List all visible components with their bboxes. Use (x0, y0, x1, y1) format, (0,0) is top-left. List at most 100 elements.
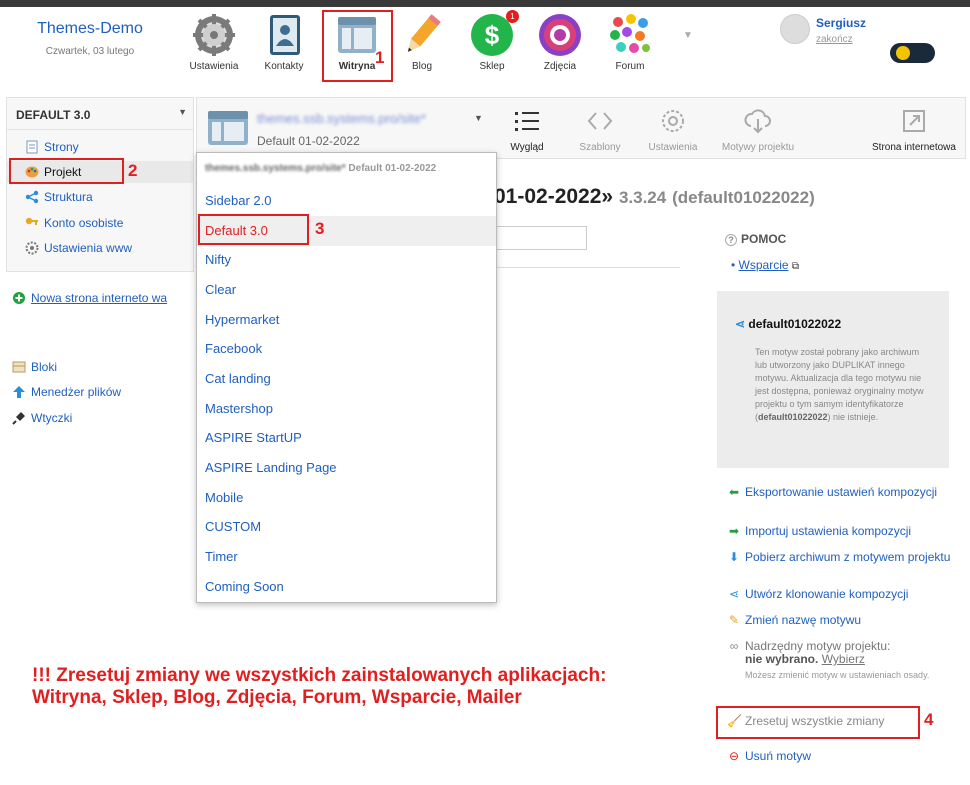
new-site-link[interactable]: Nowa strona interneto wa (12, 291, 182, 305)
info-desc-id: default01022022 (758, 412, 828, 422)
parent-choose-link[interactable]: Wybierz (822, 652, 865, 666)
app-ustawienia[interactable]: Ustawienia (180, 10, 248, 80)
minus-circle-icon: ⊖ (728, 749, 740, 763)
import-settings-link[interactable]: ➡ Importuj ustawienia kompozycji (727, 525, 959, 538)
logout-link[interactable]: zakończ (816, 34, 853, 45)
toolbar-button-strona-internetowa[interactable]: Strona internetowa (862, 108, 966, 153)
dropdown-item[interactable]: Sidebar 2.0 (197, 186, 496, 216)
pencil-icon: ✎ (728, 613, 740, 627)
blocks-icon (12, 360, 26, 374)
dropdown-item[interactable]: Mobile (197, 483, 496, 513)
app-label: Zdjęcia (543, 61, 577, 72)
sidebar-link-wtyczki[interactable]: Wtyczki (12, 411, 72, 425)
delete-theme-link[interactable]: ⊖ Usuń motyw (727, 750, 959, 763)
help-title: POMOC (741, 232, 787, 246)
app-forum[interactable]: Forum (596, 10, 664, 80)
plus-icon (12, 291, 26, 305)
annotation-number-4: 4 (924, 710, 934, 729)
current-date: Czwartek, 03 lutego (45, 46, 135, 57)
share-icon: ⋖ (728, 587, 740, 601)
sidebar-title[interactable]: DEFAULT 3.0 ▼ (7, 98, 193, 130)
theme-version: 3.3.24 (618, 188, 667, 207)
sidebar-item-struktura[interactable]: Struktura (7, 186, 193, 208)
dropdown-item[interactable]: Nifty (197, 245, 496, 275)
parent-hint: Możesz zmienić motyw w ustawieniach osad… (745, 670, 930, 680)
share-icon: ⋖ (735, 317, 746, 331)
dropdown-item[interactable]: Coming Soon (197, 572, 496, 602)
key-icon (25, 215, 39, 229)
forum-icon (607, 12, 653, 58)
dropdown-item[interactable]: ASPIRE Landing Page (197, 453, 496, 483)
dropdown-current-date: Default 01-02-2022 (348, 163, 437, 174)
chevron-down-icon[interactable]: ▼ (683, 30, 693, 41)
info-desc-start: Ten motyw został pobrany jako archiwum l… (755, 347, 924, 422)
dropdown-item[interactable]: Clear (197, 275, 496, 305)
page-icon (25, 139, 39, 154)
theme-id: (default01022022) (672, 188, 815, 207)
arrow-left-icon: ⬅ (728, 485, 740, 499)
sidebar-item-label: Ustawienia www (44, 241, 133, 255)
clone-theme-link[interactable]: ⋖ Utwórz klonowanie kompozycji (727, 588, 959, 601)
sidebar-item-konto[interactable]: Konto osobiste (7, 212, 193, 234)
cloud-download-icon (713, 108, 803, 136)
website-icon[interactable] (207, 110, 249, 146)
pencil-icon (399, 12, 445, 58)
annotation-box-4 (716, 706, 920, 739)
external-link-icon (862, 108, 966, 136)
app-label: Sklep (479, 61, 505, 72)
warning-note: !!! Zresetuj zmiany we wszystkich zainst… (32, 665, 712, 709)
upload-arrow-icon (12, 385, 26, 399)
project-toolbar: themes.ssb.systems.pro/site* ▼ Default 0… (196, 97, 966, 159)
app-zdjecia[interactable]: Zdjęcia (526, 10, 594, 80)
avatar[interactable] (780, 14, 810, 44)
dropdown-item[interactable]: Hypermarket (197, 305, 496, 335)
user-name[interactable]: Sergiusz (816, 16, 866, 30)
dropdown-item[interactable]: Cat landing (197, 364, 496, 394)
annotation-box-3 (198, 214, 309, 245)
new-site-label: Nowa strona interneto wa (31, 291, 168, 305)
warning-line-1: !!! Zresetuj zmiany we wszystkich zainst… (32, 665, 607, 686)
support-label: Wsparcie (738, 258, 789, 272)
dropdown-item[interactable]: CUSTOM (197, 512, 496, 542)
link-label: Menedżer plików (31, 385, 122, 399)
current-theme-date: Default 01-02-2022 (257, 134, 360, 148)
question-icon: ? (725, 234, 737, 246)
notification-badge: 1 (506, 10, 519, 23)
arrow-right-icon: ➡ (728, 524, 740, 538)
top-dark-strip (0, 0, 970, 7)
app-blog[interactable]: Blog (388, 10, 456, 80)
arrow-down-icon: ⬇ (728, 550, 740, 564)
camera-lens-icon (537, 12, 583, 58)
theme-name-input[interactable] (494, 226, 587, 250)
export-settings-link[interactable]: ⬅ Eksportowanie ustawień kompozycji (727, 486, 959, 499)
dropdown-item[interactable]: Facebook (197, 334, 496, 364)
toolbar-button-motywy[interactable]: Motywy projektu (713, 108, 803, 153)
app-sklep[interactable]: $ 1 Sklep (458, 10, 526, 80)
contacts-book-icon (261, 12, 307, 58)
dropdown-current: themes.ssb.systems.pro/site* Default 01-… (205, 163, 436, 174)
download-archive-link[interactable]: ⬇ Pobierz archiwum z motywem projektu (727, 551, 959, 564)
info-title-text: default01022022 (748, 317, 842, 331)
chevron-down-icon[interactable]: ▼ (178, 107, 187, 117)
annotation-number-1: 1 (375, 48, 385, 67)
sidebar-item-strony[interactable]: Strony (7, 136, 193, 158)
dropdown-item[interactable]: Mastershop (197, 394, 496, 424)
app-label: Kontakty (264, 61, 304, 72)
sidebar-item-ustawienia-www[interactable]: Ustawienia www (7, 237, 193, 259)
sidebar-item-label: Strony (44, 140, 79, 154)
toolbar-button-ustawienia[interactable]: Ustawienia (628, 108, 718, 153)
toolbar-label: Ustawienia (648, 142, 698, 153)
sidebar-panel: DEFAULT 3.0 ▼ Strony Projekt Struktura K… (6, 97, 194, 272)
rename-theme-link[interactable]: ✎ Zmień nazwę motywu (727, 614, 959, 627)
app-kontakty[interactable]: Kontakty (250, 10, 318, 80)
annotation-number-2: 2 (128, 161, 138, 180)
dropdown-item[interactable]: Timer (197, 542, 496, 572)
site-url[interactable]: themes.ssb.systems.pro/site* (257, 111, 426, 126)
dropdown-item[interactable]: ASPIRE StartUP (197, 423, 496, 453)
help-heading: ? POMOC (725, 232, 786, 246)
sidebar-link-menedzer-plikow[interactable]: Menedżer plików (12, 385, 121, 399)
site-name[interactable]: Themes-Demo (20, 20, 160, 38)
sidebar-link-bloki[interactable]: Bloki (12, 360, 57, 374)
theme-toggle[interactable] (890, 43, 935, 63)
support-link[interactable]: • Wsparcie ⧉ (731, 258, 799, 272)
